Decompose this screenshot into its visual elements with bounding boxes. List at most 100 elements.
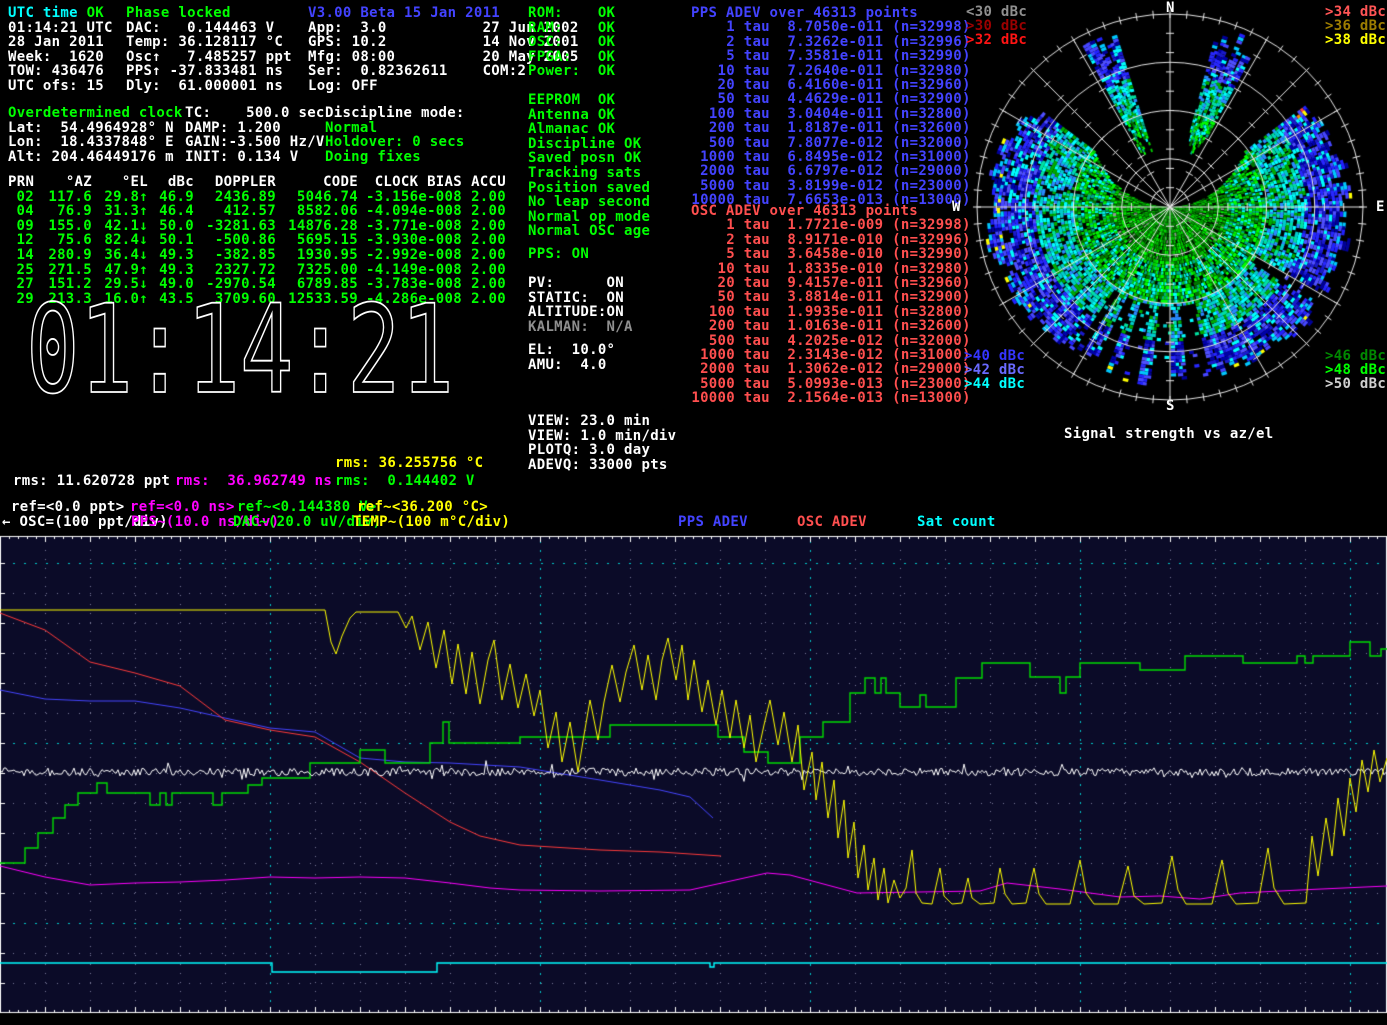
adev-n-prefix: (n= [883,120,918,136]
adev-tau: 10 [691,64,735,78]
sat-col-header: CLOCK BIAS [358,175,462,189]
loop-params-line: INIT: 0.134 V [185,150,298,164]
fix-modes-line: ALTITUDE:ON [528,305,624,319]
fix-modes-line: PV: ON [528,276,624,290]
pps-adev-row: 20 tau 6.4160e-011 (n=32960) [691,78,971,92]
osc-adev-row: 1000 tau 2.3143e-012 (n=31000) [691,348,971,362]
utc-status-line: Week: 1620 [8,50,104,64]
mask-settings-text: AMU: 4.0 [528,357,607,373]
fix-modes-text: ALTITUDE:ON [528,304,624,320]
view-settings-line: VIEW: 23.0 min [528,414,650,428]
adev-value: 3.6458e-010 [787,246,883,262]
sat-col-header: CODE [276,175,358,189]
hw-status-text: Power: OK [528,63,615,79]
polar-caption: Signal strength vs az/el [1064,427,1274,441]
adev-tau: 2 [691,233,735,247]
sat-cell: 5695.15 [276,233,358,247]
sat-cell: 2.00 [462,248,506,262]
fix-modes-text: PV: ON [528,275,624,291]
mask-settings-text: EL: 10.0° [528,342,615,358]
adev-tau: 1 [691,20,735,34]
osc-adev-title: OSC ADEV over 46313 points [691,204,918,218]
adev-n-prefix: (n= [883,390,918,406]
sat-cell: 2.00 [462,204,506,218]
sat-cell: 117.6 [34,190,92,204]
gps-status-text: Almanac OK [528,121,615,137]
sat-cell: 155.0 [34,219,92,233]
sat-cell: 2.00 [462,263,506,277]
rms-osc-text: rms: 11.620728 ppt [13,473,170,489]
sat-cell: -3.930e-008 [358,233,462,247]
utc-status-line: UTC ofs: 15 [8,79,104,93]
osc-adev-row: 10 tau 1.8335e-010 (n=32980) [691,262,971,276]
loop-params-line: DAMP: 1.200 [185,121,281,135]
clock-time: 01:14:21 [26,298,454,408]
label-pps-adev: PPS ADEV [678,515,748,529]
label-sat-count-text: Sat count [917,514,996,530]
adev-tau-suffix: tau [735,91,787,107]
label-pps-adev-text: PPS ADEV [678,514,748,530]
version-info-line: Ser: 0.82362611 COM:2 [308,64,526,78]
mask-settings-line: AMU: 4.0 [528,358,607,372]
sat-cell: 8582.06 [276,204,358,218]
sat-col-header: dBc [148,175,194,189]
adev-tau: 100 [691,305,735,319]
adev-tau: 1 [691,218,735,232]
rms-pps: rms: 36.962749 ns [175,474,332,488]
hw-status-text: ROM: OK [528,5,615,21]
phase-lock-line: Phase locked [126,6,231,20]
version-info-text: Ser: 0.82362611 COM:2 [308,63,526,79]
adev-tau-suffix: tau [735,120,787,136]
ref-osc: ref=<0.0 ppt> [11,500,124,514]
adev-n-prefix: (n= [883,217,918,233]
adev-n-prefix: (n= [883,361,918,377]
hw-status-line: FPGA: OK [528,50,615,64]
rms-temp-text: rms: 36.255756 °C [335,455,483,471]
hw-status-line: RAM: OK [528,21,615,35]
rms-osc: rms: 11.620728 ppt [13,474,170,488]
discipline-mode-line: Normal [325,121,377,135]
sat-cell: 50.1 [148,233,194,247]
gps-status-line: Normal op mode [528,210,650,224]
phase-lock-line: Temp: 36.128117 °C [126,35,283,49]
sat-col-header: PRN [8,175,34,189]
ref-dac-text: ref~<0.144380 V> [237,499,377,515]
sat-cell: 42.1↓ [92,219,148,233]
loop-params-text: TC: 500.0 sec [185,105,325,121]
osc-adev-row: 10000 tau 2.1564e-013 (n=13000) [691,391,971,405]
sat-cell: -3.156e-008 [358,190,462,204]
adev-value: 1.8187e-011 [787,120,883,136]
adev-tau: 500 [691,334,735,348]
sat-cell: 76.9 [34,204,92,218]
loop-params-text: INIT: 0.134 V [185,149,298,165]
sat-table-row: 0476.931.3↑46.4412.578582.06-4.094e-0082… [8,204,506,218]
discipline-mode-text: Holdover: 0 secs [325,134,465,150]
position-line: Lat: 54.4964928° N [8,121,174,135]
gps-status-line: Normal OSC age [528,224,650,238]
sat-col-header: ACCU [462,175,506,189]
gps-status-line: No leap second [528,195,650,209]
sat-cell: 2.00 [462,190,506,204]
adev-tau-suffix: tau [735,318,787,334]
adev-tau: 50 [691,290,735,304]
osc-adev-row: 200 tau 1.0163e-011 (n=32600) [691,319,971,333]
position-text: Lon: 18.4337848° E [8,134,174,150]
hw-status-text: OSC: OK [528,34,615,50]
adev-tau: 500 [691,136,735,150]
view-settings-text: VIEW: 23.0 min [528,413,650,429]
osc-adev-row: 500 tau 4.2025e-012 (n=32000) [691,334,971,348]
adev-tau: 1000 [691,348,735,362]
pps-adev-row: 2 tau 7.3262e-011 (n=32996) [691,35,971,49]
gps-status-text: Saved posn OK [528,150,641,166]
osc-adev-row: 2000 tau 1.3062e-012 (n=29000) [691,362,971,376]
adev-tau: 5 [691,247,735,261]
gps-status-text: No leap second [528,194,650,210]
adev-tau: 10 [691,262,735,276]
sat-cell: 50.0 [148,219,194,233]
osc-adev-row: 5 tau 3.6458e-010 (n=32990) [691,247,971,261]
adev-tau-suffix: tau [735,289,787,305]
position-line: Overdetermined clock [8,106,183,120]
view-settings-line: VIEW: 1.0 min/div [528,429,676,443]
osc-adev-row: 20 tau 9.4157e-011 (n=32960) [691,276,971,290]
osc-adev-row: 5000 tau 5.0993e-013 (n=23000) [691,377,971,391]
